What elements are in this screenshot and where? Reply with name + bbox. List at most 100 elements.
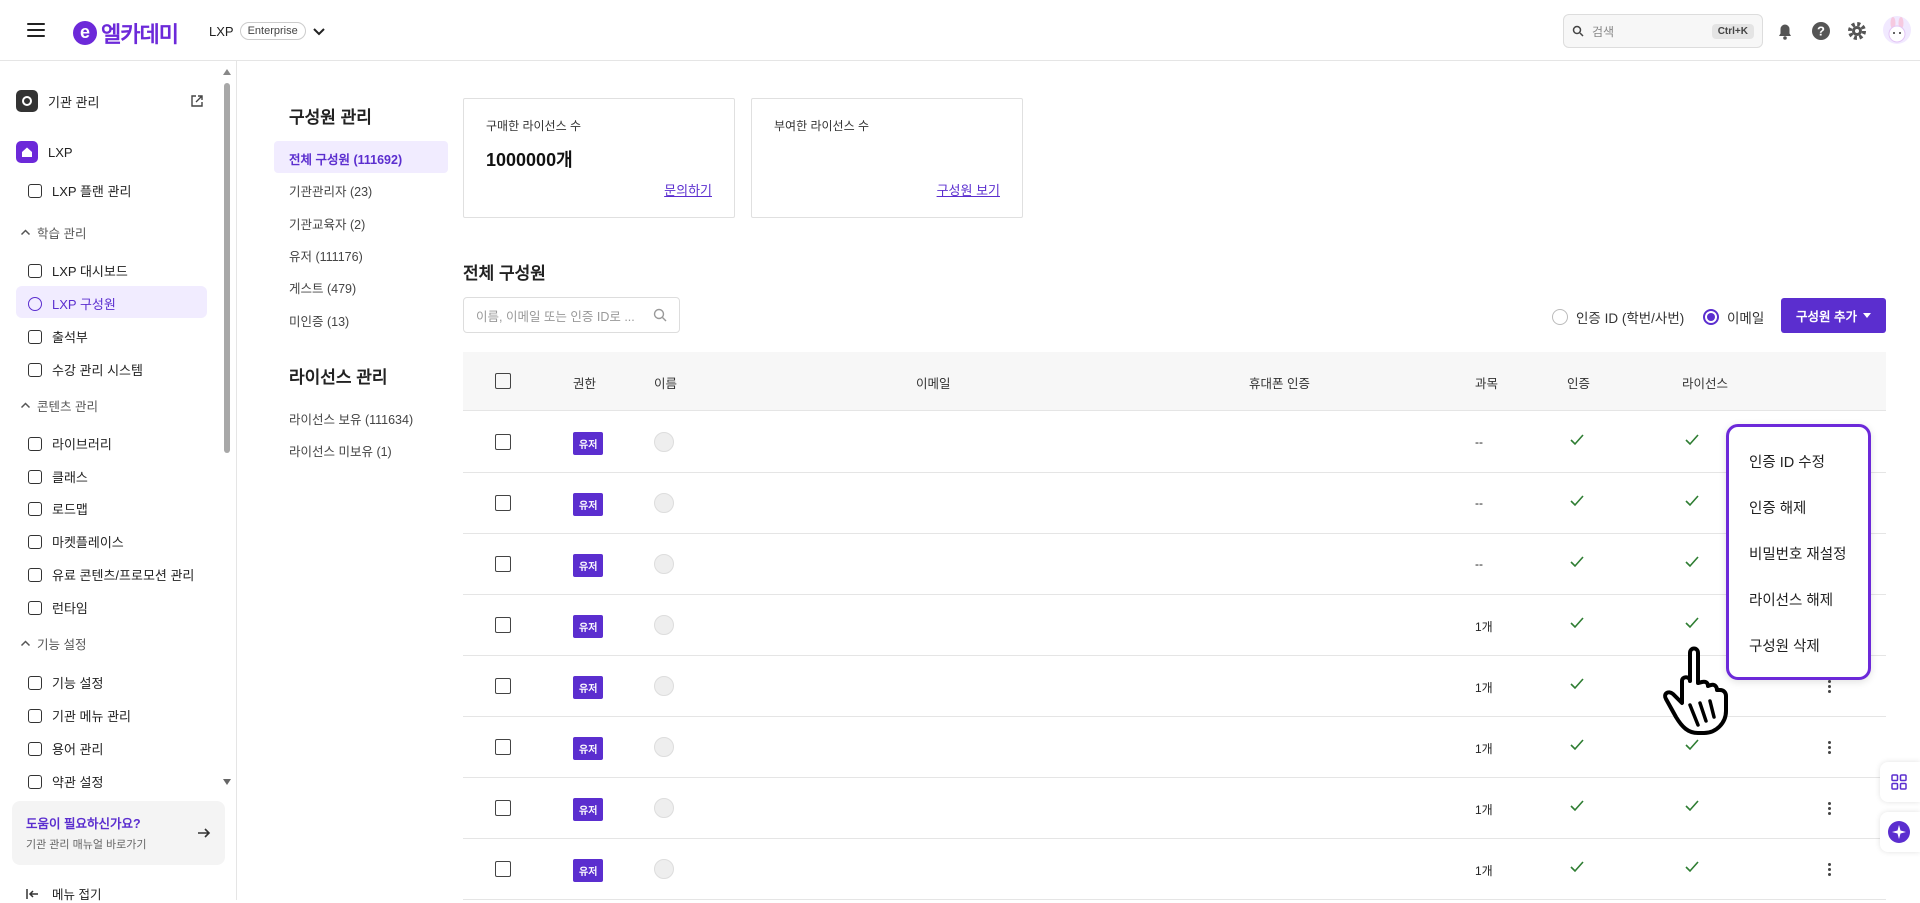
- row-context-menu: 인증 ID 수정 인증 해제 비밀번호 재설정 라이선스 해제 구성원 삭제: [1726, 424, 1871, 680]
- header-auth[interactable]: 인증: [1567, 373, 1590, 392]
- help-icon[interactable]: ?: [1810, 20, 1832, 42]
- header-phone[interactable]: 휴대폰 인증: [1249, 373, 1310, 392]
- select-all-checkbox[interactable]: [495, 373, 511, 389]
- help-subtitle: 기관 관리 매뉴얼 바로가기: [26, 839, 147, 851]
- subnav-item-unverified[interactable]: 미인증 (13): [289, 311, 349, 330]
- row-checkbox[interactable]: [495, 495, 511, 511]
- calendar-icon: [28, 600, 42, 615]
- check-icon: [1685, 434, 1699, 446]
- subnav-item-org-teacher[interactable]: 기관교육자 (2): [289, 214, 365, 233]
- subnav-item-all[interactable]: 전체 구성원 (111692): [289, 149, 402, 168]
- sidebar-section-features[interactable]: 기능 설정: [20, 634, 86, 653]
- row-checkbox[interactable]: [495, 617, 511, 633]
- row-more-icon[interactable]: [1828, 802, 1832, 816]
- sidebar-item-label: 라이브러리: [52, 437, 112, 452]
- sidebar-item-paid[interactable]: 유료 콘텐츠/프로모션 관리: [28, 565, 194, 584]
- avatar: [654, 554, 674, 574]
- role-badge: 유저: [573, 737, 604, 760]
- course-count: --: [1475, 435, 1483, 449]
- sidebar-item-enrollment[interactable]: 수강 관리 시스템: [28, 360, 143, 379]
- scrollbar-thumb[interactable]: [224, 83, 230, 453]
- row-checkbox[interactable]: [495, 434, 511, 450]
- sidebar-section-learning[interactable]: 학습 관리: [20, 223, 86, 242]
- radio-auth-id[interactable]: 인증 ID (학번/사번): [1552, 307, 1684, 327]
- subnav-item-org-admin[interactable]: 기관관리자 (23): [289, 181, 372, 200]
- row-checkbox[interactable]: [495, 678, 511, 694]
- sidebar-item-members[interactable]: LXP 구성원: [28, 294, 116, 313]
- dashboard-icon: [28, 263, 42, 278]
- table-row[interactable]: 유저 --: [463, 473, 1886, 534]
- sidebar-item-runtime[interactable]: 런타임: [28, 598, 88, 617]
- sidebar-item-org-menu[interactable]: 기관 메뉴 관리: [28, 706, 131, 725]
- header-name[interactable]: 이름: [654, 373, 677, 392]
- row-checkbox[interactable]: [495, 556, 511, 572]
- sidebar-item-label: LXP 대시보드: [52, 264, 128, 279]
- apps-floating-button[interactable]: [1880, 762, 1920, 802]
- row-checkbox[interactable]: [495, 861, 511, 877]
- global-search[interactable]: 검색 Ctrl+K: [1563, 14, 1763, 48]
- help-banner[interactable]: 도움이 필요하신가요? 기관 관리 매뉴얼 바로가기: [12, 801, 225, 865]
- external-link-icon[interactable]: [190, 94, 204, 108]
- header-license[interactable]: 라이선스: [1682, 373, 1728, 392]
- sidebar-item-policy[interactable]: 약관 설정: [28, 772, 103, 791]
- sidebar-item-dashboard[interactable]: LXP 대시보드: [28, 261, 128, 280]
- gear-icon[interactable]: [1846, 20, 1868, 42]
- bell-icon[interactable]: [1774, 20, 1796, 42]
- radio-email[interactable]: 이메일: [1703, 307, 1764, 327]
- collapse-menu-button[interactable]: 메뉴 접기: [26, 884, 101, 903]
- sidebar-item-lxp-plan[interactable]: LXP 플랜 관리: [28, 181, 131, 200]
- sidebar-item-feature-settings[interactable]: 기능 설정: [28, 673, 103, 692]
- product-selector[interactable]: LXP Enterprise: [209, 22, 326, 40]
- table-row[interactable]: 유저 1개: [463, 839, 1886, 900]
- ai-assistant-floating-button[interactable]: [1880, 812, 1920, 852]
- header-email[interactable]: 이메일: [916, 373, 951, 392]
- add-member-button[interactable]: 구성원 추가: [1781, 298, 1886, 333]
- sidebar-item-label: LXP: [48, 144, 73, 160]
- row-checkbox[interactable]: [495, 739, 511, 755]
- scroll-up-arrow-icon[interactable]: [223, 69, 231, 75]
- menu-item-edit-id[interactable]: 인증 ID 수정: [1749, 451, 1825, 472]
- sidebar-item-marketplace[interactable]: 마켓플레이스: [28, 532, 124, 551]
- sidebar-item-library[interactable]: 라이브러리: [28, 434, 112, 453]
- menu-item-reset-password[interactable]: 비밀번호 재설정: [1749, 543, 1846, 564]
- radio-circle-selected: [1703, 309, 1719, 325]
- avatar: [654, 676, 674, 696]
- avatar: [654, 798, 674, 818]
- header-role[interactable]: 권한: [573, 373, 596, 392]
- scroll-down-arrow-icon[interactable]: [223, 779, 231, 785]
- sidebar-item-terms[interactable]: 용어 관리: [28, 739, 103, 758]
- view-members-link[interactable]: 구성원 보기: [937, 180, 1000, 199]
- row-more-icon[interactable]: [1828, 741, 1832, 755]
- member-search-input[interactable]: 이름, 이메일 또는 인증 ID로 ...: [463, 297, 680, 333]
- header-course[interactable]: 과목: [1475, 373, 1498, 392]
- row-more-icon[interactable]: [1828, 863, 1832, 877]
- sidebar-scrollbar[interactable]: [223, 69, 231, 509]
- sidebar-item-label: 약관 설정: [52, 775, 104, 790]
- menu-item-revoke-license[interactable]: 라이선스 해제: [1749, 589, 1833, 610]
- sidebar-item-attendance[interactable]: 출석부: [28, 327, 88, 346]
- gear-icon: [16, 90, 38, 112]
- hamburger-menu-icon[interactable]: [27, 23, 45, 38]
- table-row[interactable]: 유저 1개: [463, 778, 1886, 839]
- sidebar-item-org-admin[interactable]: 기관 관리: [16, 90, 99, 112]
- table-row[interactable]: 유저 --: [463, 412, 1886, 473]
- row-more-icon[interactable]: [1828, 680, 1832, 694]
- subnav-item-user[interactable]: 유저 (111176): [289, 246, 363, 265]
- sidebar-section-content[interactable]: 콘텐츠 관리: [20, 396, 98, 415]
- calendar-icon: [28, 329, 42, 344]
- table-row[interactable]: 유저 --: [463, 534, 1886, 595]
- subnav-item-license-none[interactable]: 라이선스 미보유 (1): [289, 441, 392, 460]
- menu-item-unverify[interactable]: 인증 해제: [1749, 497, 1806, 518]
- sidebar-item-label: 기능 설정: [52, 676, 104, 691]
- subnav-item-guest[interactable]: 게스트 (479): [289, 278, 356, 297]
- inquiry-link[interactable]: 문의하기: [664, 180, 712, 199]
- row-checkbox[interactable]: [495, 800, 511, 816]
- user-avatar[interactable]: [1883, 16, 1911, 44]
- sidebar-item-class[interactable]: 클래스: [28, 467, 88, 486]
- logo[interactable]: e 엘카데미: [73, 17, 179, 49]
- sidebar-item-roadmap[interactable]: 로드맵: [28, 499, 88, 518]
- sidebar-item-lxp[interactable]: LXP: [16, 141, 73, 163]
- search-placeholder: 검색: [1592, 24, 1615, 39]
- subnav-item-license-have[interactable]: 라이선스 보유 (111634): [289, 409, 413, 428]
- menu-item-delete-member[interactable]: 구성원 삭제: [1749, 635, 1820, 656]
